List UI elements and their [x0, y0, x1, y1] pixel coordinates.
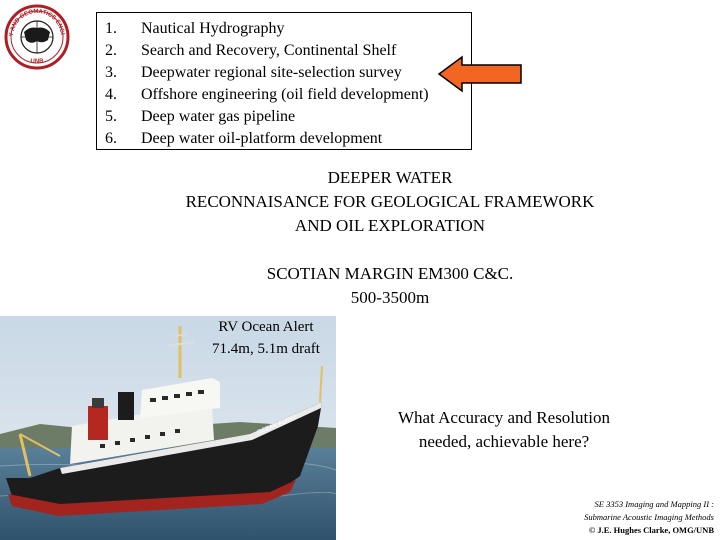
list-text: Deep water gas pipeline — [141, 108, 296, 125]
list-text: Deep water oil-platform development — [141, 130, 383, 147]
survey-types-list: 1. Nautical Hydrography 2. Search and Re… — [96, 12, 472, 150]
accuracy-question: What Accuracy and Resolution needed, ach… — [346, 406, 662, 454]
list-number: 2. — [105, 42, 117, 59]
list-number: 4. — [105, 86, 117, 103]
question-line: needed, achievable here? — [418, 432, 590, 451]
course-code: SE 3353 Imaging and Mapping II : — [594, 499, 714, 509]
heading-line: RECONNAISANCE FOR GEOLOGICAL FRAMEWORK — [185, 192, 595, 211]
slide-heading: DEEPER WATER RECONNAISANCE FOR GEOLOGICA… — [130, 166, 650, 238]
list-number: 1. — [105, 20, 117, 37]
heading-line: DEEPER WATER — [327, 168, 453, 187]
course-subtitle: Submarine Acoustic Imaging Methods — [584, 512, 714, 522]
copyright: © J.E. Hughes Clarke, OMG/UNB — [588, 525, 714, 535]
list-item: 2. Search and Recovery, Continental Shel… — [105, 41, 471, 63]
pointer-arrow-icon — [437, 55, 522, 93]
list-number: 6. — [105, 130, 117, 147]
list-number: 5. — [105, 108, 117, 125]
ship-caption: RV Ocean Alert 71.4m, 5.1m draft — [196, 316, 336, 360]
list-item: 5. Deep water gas pipeline — [105, 107, 471, 129]
heading-line: AND OIL EXPLORATION — [294, 216, 486, 235]
list-text: Deepwater regional site-selection survey — [141, 64, 402, 81]
list-number: 3. — [105, 64, 117, 81]
list-item: 6. Deep water oil-platform development — [105, 129, 471, 149]
list-text: Nautical Hydrography — [141, 20, 285, 37]
list-text: Search and Recovery, Continental Shelf — [141, 42, 397, 59]
list-item: 4. Offshore engineering (oil field devel… — [105, 85, 471, 107]
unb-geodesy-logo: GEODESY AND GEOMATICS ENGINEERING UNB — [4, 4, 70, 70]
ship-dimensions: 71.4m, 5.1m draft — [212, 341, 320, 357]
logo-text-bottom: UNB — [31, 59, 45, 65]
list-item: 3. Deepwater regional site-selection sur… — [105, 63, 471, 85]
survey-depth-range: 500-3500m — [350, 288, 430, 307]
list-text: Offshore engineering (oil field developm… — [141, 86, 429, 103]
survey-area: SCOTIAN MARGIN EM300 C&C. 500-3500m — [130, 262, 650, 310]
survey-area-line: SCOTIAN MARGIN EM300 C&C. — [266, 264, 514, 283]
list-item: 1. Nautical Hydrography — [105, 19, 471, 41]
ship-name: RV Ocean Alert — [218, 319, 314, 335]
course-footer: SE 3353 Imaging and Mapping II : Submari… — [474, 498, 714, 537]
question-line: What Accuracy and Resolution — [398, 408, 610, 427]
